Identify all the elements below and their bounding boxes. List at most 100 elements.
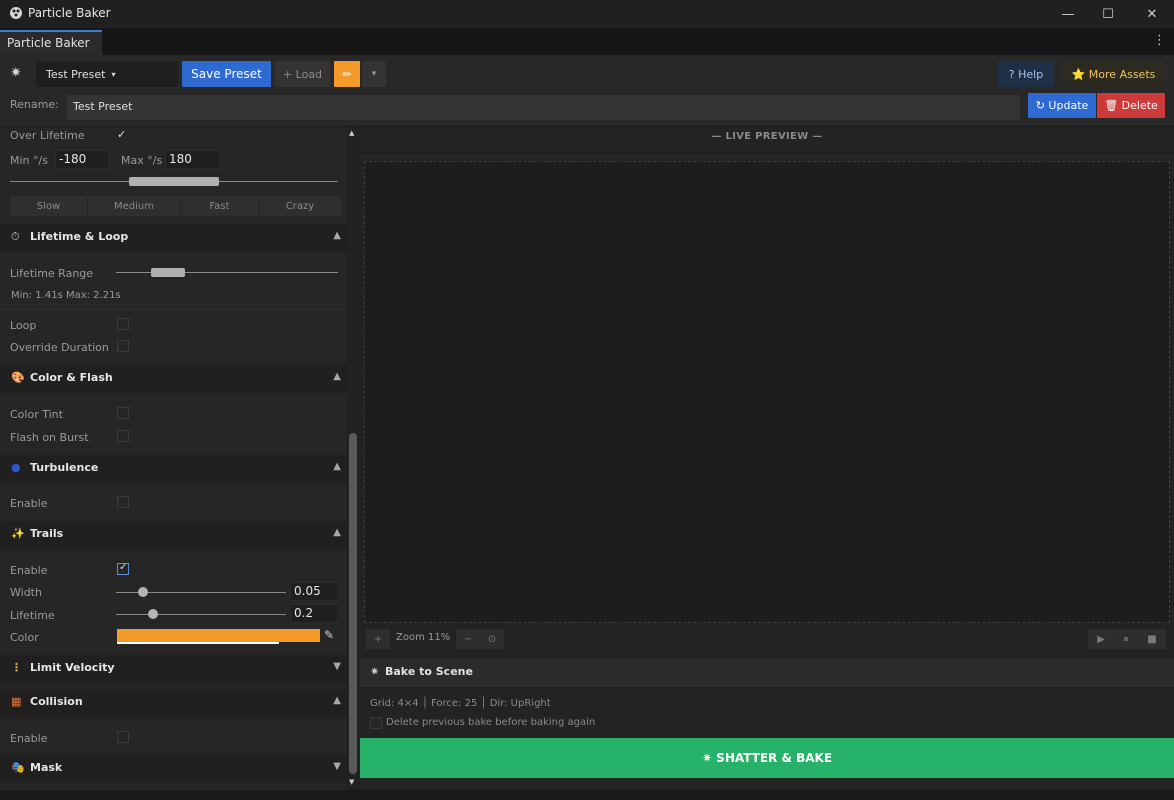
save-preset-button[interactable]: Save Preset: [182, 61, 271, 87]
speed-medium-button[interactable]: Medium: [88, 196, 180, 216]
section-lifetime-loop[interactable]: ⏱ Lifetime & Loop ▲: [0, 224, 346, 252]
section-limit-velocity[interactable]: ⋮ Limit Velocity ▼: [0, 655, 346, 683]
section-title: Limit Velocity: [30, 661, 115, 674]
section-color-flash[interactable]: 🎨 Color & Flash ▲: [0, 365, 346, 393]
scroll-up-icon[interactable]: ▲: [349, 129, 354, 137]
update-button[interactable]: ↻ Update: [1028, 93, 1096, 118]
pause-icon[interactable]: ⏸: [1124, 634, 1129, 645]
section-collision[interactable]: ▦ Collision ▲: [0, 689, 346, 717]
section-turbulence[interactable]: ● Turbulence ▲: [0, 455, 346, 483]
section-trails[interactable]: ✨ Trails ▲: [0, 521, 346, 549]
live-preview-title: — LIVE PREVIEW —: [711, 131, 823, 142]
flash-on-burst-checkbox[interactable]: [117, 430, 129, 442]
tab-menu-icon[interactable]: ⋮: [1153, 33, 1166, 48]
trail-width-input[interactable]: 0.05: [290, 582, 338, 601]
edit-pencil-icon[interactable]: ✏: [334, 61, 360, 87]
delete-button[interactable]: 🗑 Delete: [1097, 93, 1165, 118]
more-assets-button[interactable]: ⭐ More Assets: [1063, 61, 1164, 87]
live-preview-canvas[interactable]: [364, 161, 1170, 623]
maximize-button[interactable]: ☐: [1086, 0, 1130, 28]
delete-previous-checkbox[interactable]: [370, 717, 382, 729]
preset-dropdown[interactable]: Test Preset ▾: [36, 61, 178, 87]
zoom-reset-icon[interactable]: ⊙: [488, 634, 496, 645]
speed-crazy-button[interactable]: Crazy: [259, 196, 341, 216]
rename-label: Rename:: [10, 98, 59, 111]
collapse-arrow-icon[interactable]: ▲: [333, 371, 341, 382]
eyedropper-icon[interactable]: ✎: [324, 628, 334, 642]
trail-lifetime-track: [116, 614, 286, 615]
zoom-level: Zoom 11%: [396, 632, 451, 643]
loop-checkbox[interactable]: [117, 318, 129, 330]
chevron-down-icon: ▾: [111, 69, 116, 79]
rotation-range-slider[interactable]: [129, 177, 219, 186]
max-rotation-input[interactable]: 180: [165, 150, 220, 169]
bake-to-scene-title: Bake to Scene: [385, 665, 473, 678]
override-duration-checkbox[interactable]: [117, 340, 129, 352]
help-button[interactable]: ? Help: [998, 61, 1054, 87]
speed-fast-button[interactable]: Fast: [181, 196, 258, 216]
trail-width-slider-knob[interactable]: [138, 587, 148, 597]
close-button[interactable]: ✕: [1130, 0, 1174, 28]
stop-icon[interactable]: ■: [1147, 634, 1156, 645]
section-title: Mask: [30, 761, 63, 774]
globe-icon: ●: [11, 461, 21, 474]
over-lifetime-checkbox[interactable]: ✓: [117, 128, 126, 141]
palette-icon: 🎨: [11, 371, 25, 384]
settings-panel: Over Lifetime ✓ Min °/s -180 Max °/s 180…: [0, 127, 360, 790]
color-tint-label: Color Tint: [10, 408, 63, 421]
section-title: Color & Flash: [30, 371, 113, 384]
expand-arrow-icon[interactable]: ▼: [333, 661, 341, 672]
toolbar: ✷ Test Preset ▾ Save Preset + Load ✏ ▾ ?…: [0, 55, 1174, 127]
brick-wall-icon: ▦: [11, 695, 22, 708]
edit-dropdown-chevron-icon[interactable]: ▾: [362, 61, 386, 87]
collision-enable-checkbox[interactable]: [117, 731, 129, 743]
min-rotation-label: Min °/s: [10, 154, 48, 167]
zoom-in-icon[interactable]: +: [366, 629, 390, 649]
lifetime-range-slider[interactable]: [151, 268, 185, 277]
override-duration-label: Override Duration: [10, 341, 109, 354]
min-rotation-input[interactable]: -180: [55, 150, 110, 169]
trail-alpha-bar: [117, 642, 279, 644]
play-icon[interactable]: ▶: [1097, 634, 1105, 645]
color-tint-checkbox[interactable]: [117, 407, 129, 419]
stopwatch-icon: ⏱: [11, 230, 20, 243]
speed-slow-button[interactable]: Slow: [10, 196, 87, 216]
tab-particle-baker[interactable]: Particle Baker: [0, 30, 102, 55]
delete-previous-label: Delete previous bake before baking again: [386, 717, 596, 728]
trail-lifetime-label: Lifetime: [10, 609, 55, 622]
collapse-arrow-icon[interactable]: ▲: [333, 527, 341, 538]
lifetime-min-max: Min: 1.41s Max: 2.21s: [11, 290, 121, 301]
preview-panel: — LIVE PREVIEW — + Zoom 11% − ⊙ ▶ ⏸ ■ ✷ …: [360, 127, 1174, 790]
section-title: Lifetime & Loop: [30, 230, 129, 243]
rename-input[interactable]: Test Preset: [67, 95, 1020, 120]
trail-color-swatch[interactable]: [117, 629, 320, 642]
scrollbar-thumb[interactable]: [349, 433, 357, 774]
collapse-arrow-icon[interactable]: ▲: [333, 230, 341, 241]
load-button[interactable]: + Load: [275, 61, 330, 87]
turbulence-enable-checkbox[interactable]: [117, 496, 129, 508]
collapse-arrow-icon[interactable]: ▲: [333, 461, 341, 472]
zoom-out-icon[interactable]: −: [464, 634, 472, 645]
trail-lifetime-slider-knob[interactable]: [148, 609, 158, 619]
scroll-down-icon[interactable]: ▼: [349, 778, 354, 786]
loop-label: Loop: [10, 319, 37, 332]
trails-enable-checkbox[interactable]: ✓: [117, 562, 129, 575]
title-bar: Particle Baker — ☐ ✕: [0, 0, 1174, 28]
collapse-arrow-icon[interactable]: ▲: [333, 695, 341, 706]
bake-to-scene-header: ✷ Bake to Scene: [360, 657, 1174, 687]
check-icon: ✓: [119, 562, 128, 573]
divider: [360, 153, 1174, 154]
shatter-and-bake-button[interactable]: ✷ SHATTER & BAKE: [360, 738, 1174, 778]
window-title: Particle Baker: [28, 6, 111, 20]
flash-on-burst-label: Flash on Burst: [10, 431, 89, 444]
trail-lifetime-input[interactable]: 0.2: [290, 604, 338, 623]
expand-arrow-icon[interactable]: ▼: [333, 761, 341, 772]
lifetime-range-label: Lifetime Range: [10, 267, 94, 280]
lifetime-range-track: [116, 272, 338, 273]
trail-color-label: Color: [10, 631, 39, 644]
section-mask[interactable]: 🎭 Mask ▼: [0, 755, 346, 783]
minimize-button[interactable]: —: [1046, 0, 1090, 28]
mask-icon: 🎭: [11, 761, 25, 774]
bake-info: Grid: 4×4 │ Force: 25 │ Dir: UpRight: [370, 698, 551, 709]
settings-scrollbar[interactable]: ▲ ▼: [346, 127, 360, 790]
